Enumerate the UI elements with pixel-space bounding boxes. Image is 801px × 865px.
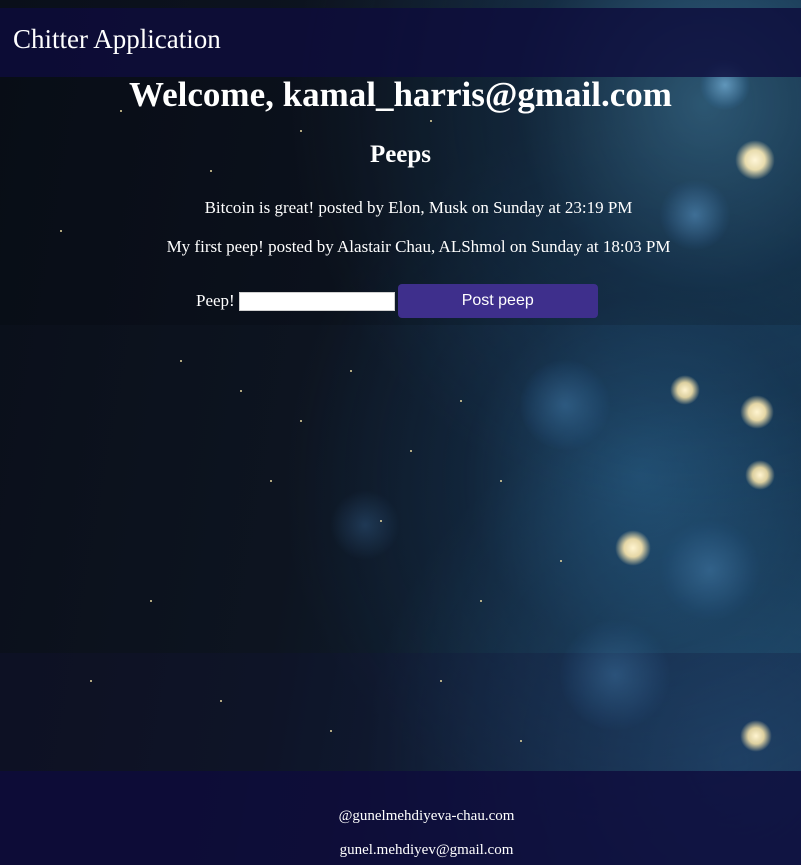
peep-time: 18:03 PM: [602, 237, 671, 256]
sparkle: [330, 730, 332, 732]
peep-at: at: [548, 198, 561, 217]
bokeh-light: [520, 360, 610, 450]
post-peep-button[interactable]: Post peep: [397, 284, 598, 318]
peep-item: My first peep! posted by Alastair Chau, …: [18, 237, 801, 257]
peep-on: on: [471, 198, 489, 217]
peep-input-label: Peep!: [196, 291, 235, 310]
peep-item: Bitcoin is great! posted by Elon, Musk o…: [18, 198, 801, 218]
sparkle: [430, 120, 432, 122]
bokeh-light: [670, 375, 700, 405]
bokeh-light: [740, 395, 774, 429]
peep-author: Alastair Chau, ALShmol: [337, 237, 506, 256]
app-title: Chitter Application: [13, 24, 221, 54]
sparkle: [440, 680, 442, 682]
peep-at: at: [586, 237, 599, 256]
sparkle: [300, 130, 302, 132]
sparkle: [150, 600, 152, 602]
sparkle: [210, 170, 212, 172]
sparkle: [220, 700, 222, 702]
peep-time: 23:19 PM: [564, 198, 633, 217]
peep-form: Peep! Post peep: [196, 284, 598, 318]
peep-posted-by: posted by: [318, 198, 384, 217]
peep-text: My first peep!: [166, 237, 264, 256]
bokeh-light: [740, 720, 772, 752]
sparkle: [180, 360, 182, 362]
sparkle: [60, 230, 62, 232]
sparkle: [520, 740, 522, 742]
peep-on: on: [509, 237, 527, 256]
sparkle: [500, 480, 502, 482]
bokeh-light: [660, 520, 760, 620]
welcome-prefix: Welcome,: [129, 75, 283, 114]
peep-day: Sunday: [531, 237, 583, 256]
sparkle: [560, 560, 562, 562]
sparkle: [460, 400, 462, 402]
background-band-bottom: [0, 653, 801, 771]
sparkle: [270, 480, 272, 482]
sparkle: [380, 520, 382, 522]
peep-posted-by: posted by: [268, 237, 334, 256]
peep-author: Elon, Musk: [388, 198, 468, 217]
welcome-heading: Welcome, kamal_harris@gmail.com: [0, 75, 801, 115]
bokeh-light: [560, 620, 670, 730]
sparkle: [350, 370, 352, 372]
sparkle: [90, 680, 92, 682]
footer-handle: @gunelmehdiyeva-chau.com: [338, 808, 515, 824]
footer: @gunelmehdiyeva-chau.com gunel.mehdiyev@…: [0, 771, 801, 865]
bokeh-light: [745, 460, 775, 490]
peeps-heading: Peeps: [369, 141, 432, 168]
sparkle: [300, 420, 302, 422]
footer-email: gunel.mehdiyev@gmail.com: [339, 842, 514, 858]
peep-day: Sunday: [493, 198, 545, 217]
top-bar: Chitter Application: [0, 8, 801, 77]
peep-text: Bitcoin is great!: [204, 198, 315, 217]
sparkle: [410, 450, 412, 452]
welcome-user-email: kamal_harris@gmail.com: [282, 75, 672, 114]
sparkle: [480, 600, 482, 602]
peep-input[interactable]: [238, 291, 395, 311]
bokeh-light: [615, 530, 651, 566]
bokeh-light: [330, 490, 400, 560]
sparkle: [240, 390, 242, 392]
